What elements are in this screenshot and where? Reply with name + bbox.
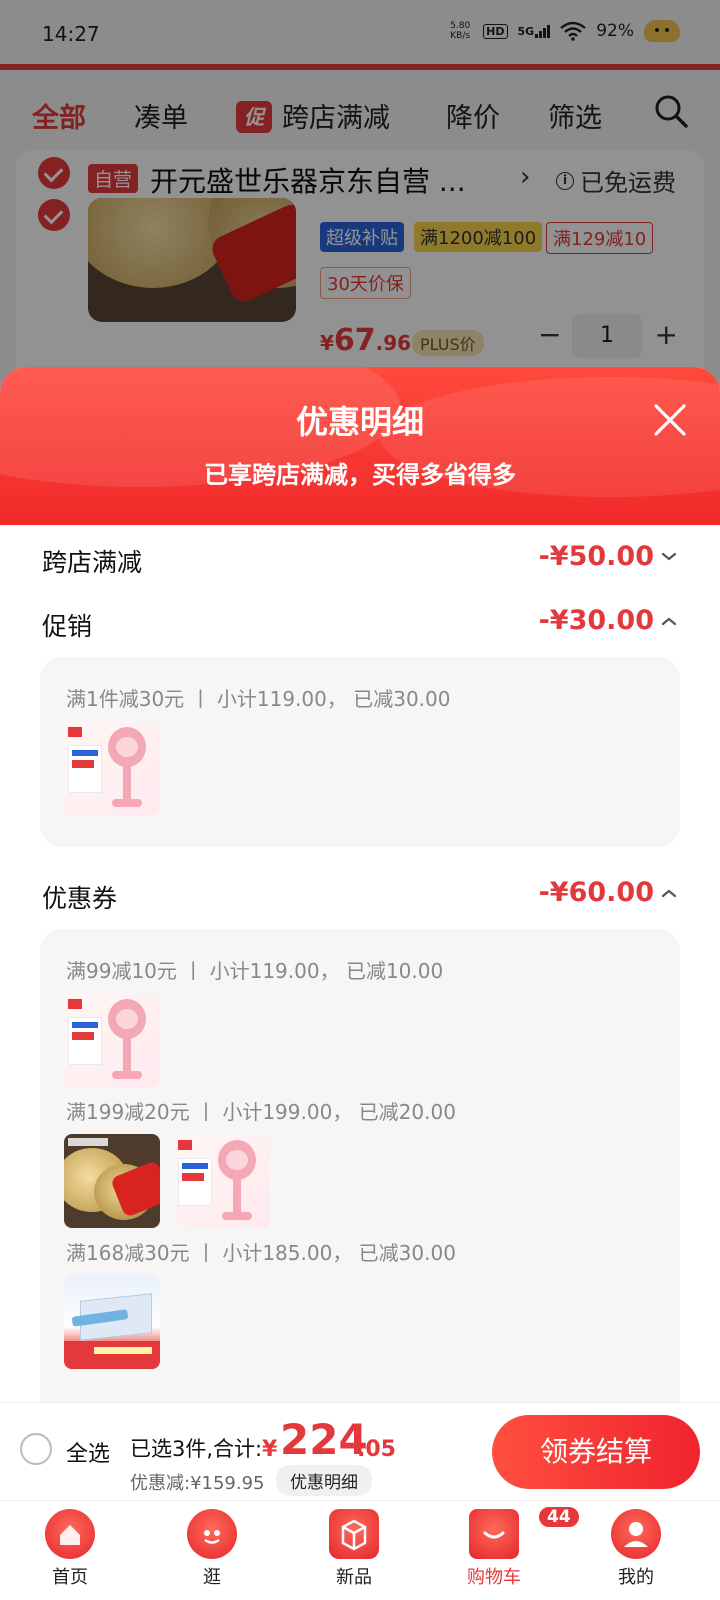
nav-browse[interactable]: 逛	[152, 1509, 272, 1589]
toothpaste-product-thumb[interactable]	[64, 1275, 160, 1369]
checkout-bar: 全选 已选3件,合计: ¥ 224 .05 优惠减:¥159.95 优惠明细 领…	[0, 1402, 720, 1500]
sheet-header: 优惠明细 已享跨店满减，买得多省得多	[0, 367, 720, 525]
coupon-rule-text: 满99减10元 丨 小计119.00， 已减10.00	[66, 959, 444, 983]
cymbal-product-thumb[interactable]	[64, 1134, 160, 1228]
nav-home[interactable]: 首页	[10, 1509, 130, 1589]
coupon-detail-box: 满99减10元 丨 小计119.00， 已减10.00 满199减20元 丨 小…	[40, 929, 680, 1402]
microphone-product-thumb[interactable]	[64, 993, 160, 1087]
discount-detail-sheet: 优惠明细 已享跨店满减，买得多省得多 跨店满减 -¥50.00 促销 -¥30.…	[0, 367, 720, 1402]
cross-store-amount: -¥50.00	[538, 541, 654, 572]
select-all-label[interactable]: 全选	[66, 1436, 110, 1468]
chevron-up-icon	[661, 889, 677, 898]
home-icon	[45, 1509, 95, 1559]
select-all-checkbox[interactable]	[20, 1433, 52, 1465]
profile-icon	[611, 1509, 661, 1559]
cart-icon: 44	[469, 1505, 581, 1559]
total-currency: ¥	[262, 1437, 278, 1462]
coupon-rule-text: 满199减20元 丨 小计199.00， 已减20.00	[66, 1100, 456, 1124]
nav-mine[interactable]: 我的	[576, 1509, 696, 1589]
browse-icon	[187, 1509, 237, 1559]
nav-cart[interactable]: 44 购物车	[434, 1505, 581, 1589]
selected-count-text: 已选3件,合计:	[130, 1437, 263, 1461]
promotion-rule-text: 满1件减30元 丨 小计119.00， 已减30.00	[66, 687, 451, 711]
microphone-product-thumb[interactable]	[174, 1134, 270, 1228]
cross-store-discount-row[interactable]: 跨店满减 -¥50.00	[42, 541, 678, 583]
close-icon[interactable]	[652, 402, 688, 438]
sheet-title: 优惠明细	[295, 403, 424, 441]
checkout-button[interactable]: 领券结算	[492, 1415, 700, 1489]
bottom-tab-bar: 首页 逛 新品 44 购物车 我的	[0, 1500, 720, 1600]
discount-detail-button[interactable]: 优惠明细	[276, 1465, 372, 1496]
chevron-up-icon	[661, 617, 677, 626]
coupon-discount-row[interactable]: 优惠券 -¥60.00	[42, 877, 678, 919]
modal-overlay[interactable]	[0, 0, 720, 400]
total-amount-decimal: .05	[357, 1437, 396, 1462]
discount-total-text: 优惠减:¥159.95	[130, 1473, 265, 1494]
new-products-icon	[329, 1509, 379, 1559]
cart-count-badge: 44	[537, 1505, 581, 1529]
coupon-label: 优惠券	[42, 884, 118, 913]
chevron-down-icon	[661, 552, 677, 561]
promotion-discount-row[interactable]: 促销 -¥30.00	[42, 605, 678, 647]
promotion-label: 促销	[42, 612, 93, 641]
promotion-detail-box: 满1件减30元 丨 小计119.00， 已减30.00	[40, 657, 680, 847]
sheet-subtitle: 已享跨店满减，买得多省得多	[204, 461, 516, 489]
coupon-amount: -¥60.00	[538, 877, 654, 908]
microphone-product-thumb[interactable]	[64, 721, 160, 815]
cross-store-label: 跨店满减	[42, 548, 143, 577]
nav-new[interactable]: 新品	[294, 1509, 414, 1589]
total-amount: 224	[280, 1415, 368, 1464]
coupon-rule-text: 满168减30元 丨 小计185.00， 已减30.00	[66, 1241, 456, 1265]
promotion-amount: -¥30.00	[538, 605, 654, 636]
